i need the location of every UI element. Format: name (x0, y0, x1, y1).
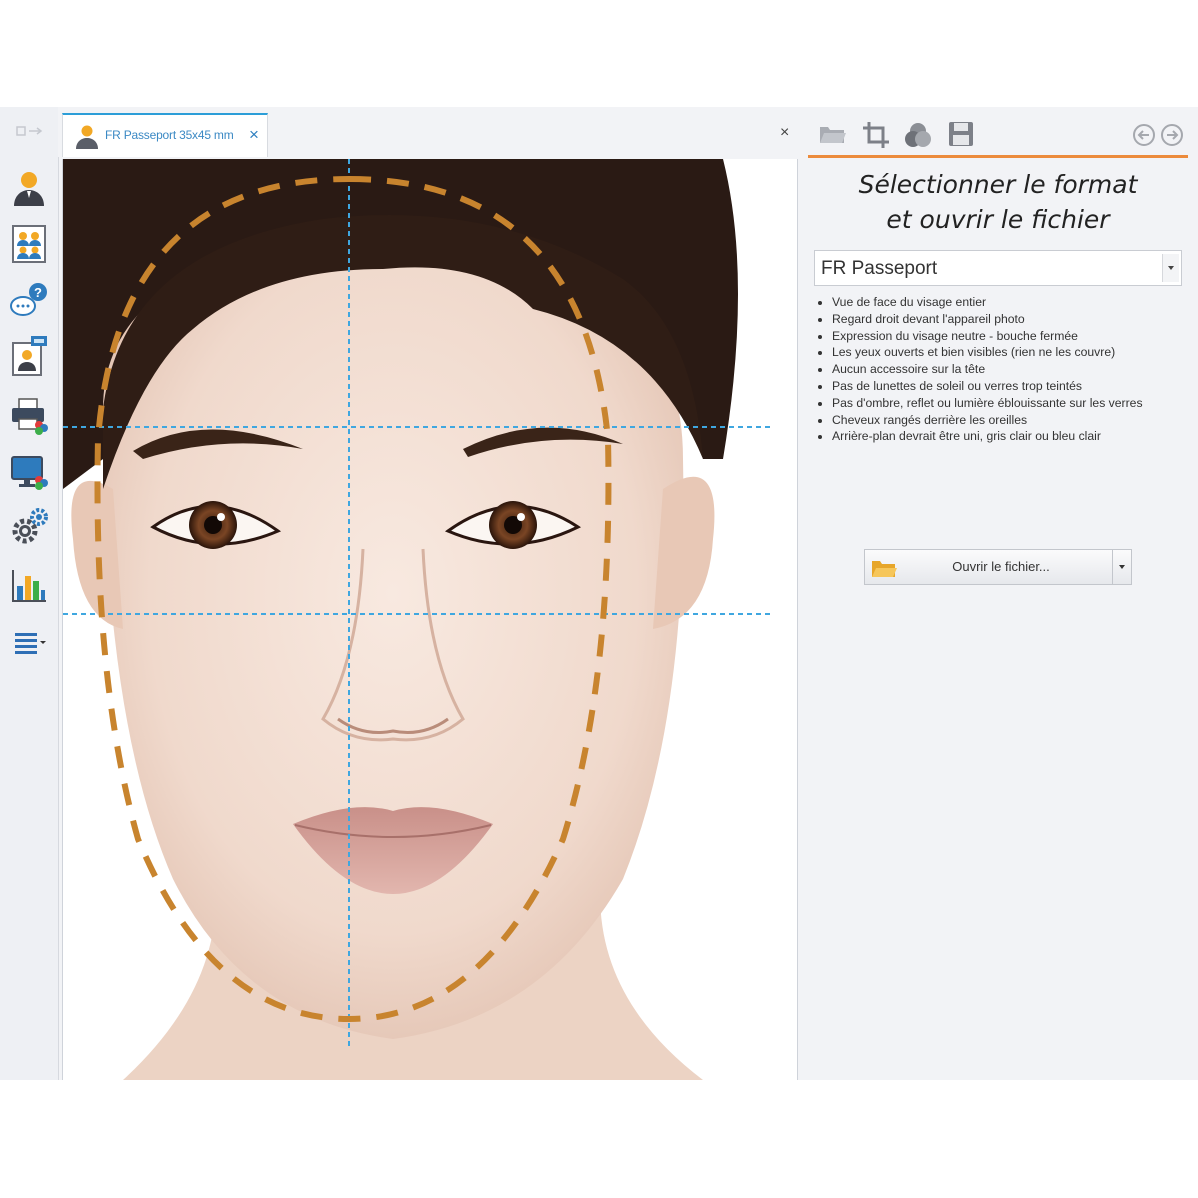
back-icon[interactable] (1132, 123, 1156, 147)
app-window: ? FR Passeport 35x45 mm × × Sélectionner… (0, 107, 1198, 1080)
chart-icon[interactable] (8, 565, 50, 607)
print-icon[interactable] (8, 395, 50, 437)
svg-text:?: ? (34, 285, 42, 300)
list-item: Arrière-plan devrait être uni, gris clai… (818, 428, 1143, 445)
panel-title-line1: Sélectionner le format (858, 170, 1138, 199)
person-icon (76, 125, 98, 149)
arrows-icon[interactable] (16, 125, 44, 137)
save-icon[interactable] (948, 121, 974, 147)
list-item: Vue de face du visage entier (818, 294, 1143, 311)
list-item: Les yeux ouverts et bien visibles (rien … (818, 344, 1143, 361)
accent-divider (808, 155, 1188, 158)
monitor-icon[interactable] (8, 451, 50, 493)
crop-icon[interactable] (862, 121, 890, 149)
close-panel-icon[interactable]: × (780, 123, 789, 143)
person-icon[interactable] (8, 167, 50, 209)
panel-title-line2: et ouvrir le fichier (886, 205, 1110, 234)
chevron-down-icon[interactable] (1162, 254, 1179, 282)
chat-help-icon[interactable]: ? (8, 280, 50, 322)
list-item: Pas d'ombre, reflet ou lumière éblouissa… (818, 395, 1143, 410)
tab-close-icon[interactable]: × (249, 125, 259, 145)
left-toolbar: ? (0, 107, 59, 1080)
group-photo-icon[interactable] (8, 223, 50, 265)
list-item: Aucun accessoire sur la tête (818, 361, 1143, 378)
requirements-list: Vue de face du visage entier Regard droi… (816, 294, 1143, 445)
tab-bar: FR Passeport 35x45 mm × (58, 107, 798, 157)
settings-icon[interactable] (8, 506, 50, 548)
open-file-label: Ouvrir le fichier... (952, 559, 1050, 574)
photo-canvas[interactable] (62, 159, 798, 1080)
forward-icon[interactable] (1160, 123, 1184, 147)
open-folder-icon[interactable] (818, 121, 846, 145)
chevron-down-icon[interactable] (1112, 550, 1131, 584)
format-select-value: FR Passeport (821, 258, 938, 279)
list-item: Regard droit devant l'appareil photo (818, 311, 1143, 328)
list-item: Cheveux rangés derrière les oreilles (818, 412, 1143, 429)
tab-label: FR Passeport 35x45 mm (105, 128, 234, 142)
panel-title: Sélectionner le format et ouvrir le fich… (798, 167, 1198, 237)
new-profile-icon[interactable] (8, 335, 50, 377)
folder-icon (872, 561, 897, 577)
tab-fr-passeport[interactable]: FR Passeport 35x45 mm × (62, 113, 268, 157)
passport-photo (63, 159, 797, 1080)
format-select[interactable]: FR Passeport (814, 250, 1182, 286)
list-item: Expression du visage neutre - bouche fer… (818, 328, 1143, 345)
list-item: Pas de lunettes de soleil ou verres trop… (818, 378, 1143, 395)
open-file-button[interactable]: Ouvrir le fichier... (864, 549, 1132, 585)
right-panel: Sélectionner le format et ouvrir le fich… (798, 107, 1198, 1080)
menu-icon[interactable] (8, 621, 50, 663)
color-icon[interactable] (904, 121, 932, 149)
